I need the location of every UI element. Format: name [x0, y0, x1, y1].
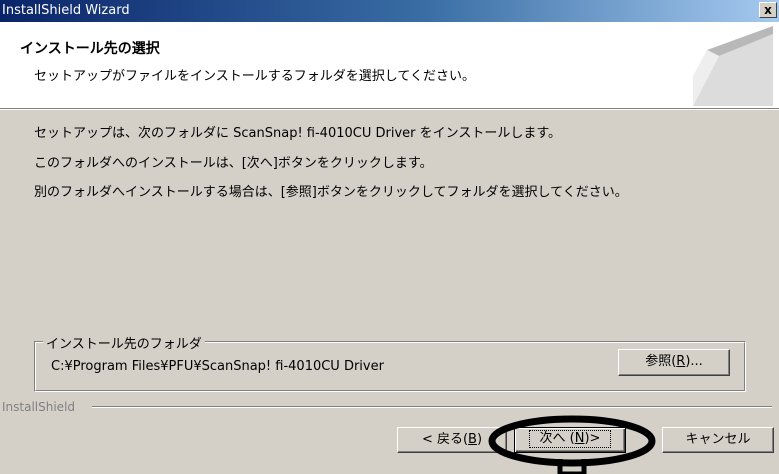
title-bar: InstallShield Wizard x — [0, 0, 779, 22]
body-line-2: このフォルダへのインストールは、[次へ]ボタンをクリックします。 — [34, 156, 433, 171]
body-line-3: 別のフォルダへインストールする場合は、[参照]ボタンをクリックしてフォルダを選択… — [34, 185, 628, 200]
page-title: インストール先の選択 — [20, 41, 160, 57]
browse-button[interactable]: 参照(R)... — [618, 349, 730, 376]
next-focus-rect: 次へ (N)> — [528, 430, 612, 448]
window-title: InstallShield Wizard — [2, 3, 130, 18]
next-button[interactable]: 次へ (N)> — [514, 427, 626, 453]
next-label: 次へ ( — [539, 431, 575, 446]
browse-label: 参照( — [645, 354, 677, 369]
cancel-button[interactable]: キャンセル — [662, 427, 774, 453]
destination-path: C:¥Program Files¥PFU¥ScanSnap! fi-4010CU… — [51, 359, 384, 374]
body-line-1: セットアップは、次のフォルダに ScanSnap! fi-4010CU Driv… — [34, 126, 562, 141]
wizard-header: インストール先の選択 セットアップがファイルをインストールするフォルダを選択して… — [0, 22, 779, 109]
back-label: < 戻る( — [421, 432, 469, 447]
installshield-logo — [693, 26, 773, 106]
next-suffix: )> — [584, 431, 601, 446]
browse-key: R — [676, 354, 686, 369]
browse-suffix: )... — [685, 354, 703, 369]
header-divider — [0, 109, 779, 110]
page-subtitle: セットアップがファイルをインストールするフォルダを選択してください。 — [34, 69, 475, 84]
footer-divider — [92, 406, 772, 408]
back-button[interactable]: < 戻る(B) — [397, 427, 507, 453]
back-suffix: ) — [476, 432, 483, 447]
close-icon[interactable]: x — [759, 2, 777, 18]
installshield-brand: InstallShield — [2, 400, 76, 414]
destination-group-label: インストール先のフォルダ — [43, 333, 205, 352]
back-key: B — [468, 432, 477, 447]
